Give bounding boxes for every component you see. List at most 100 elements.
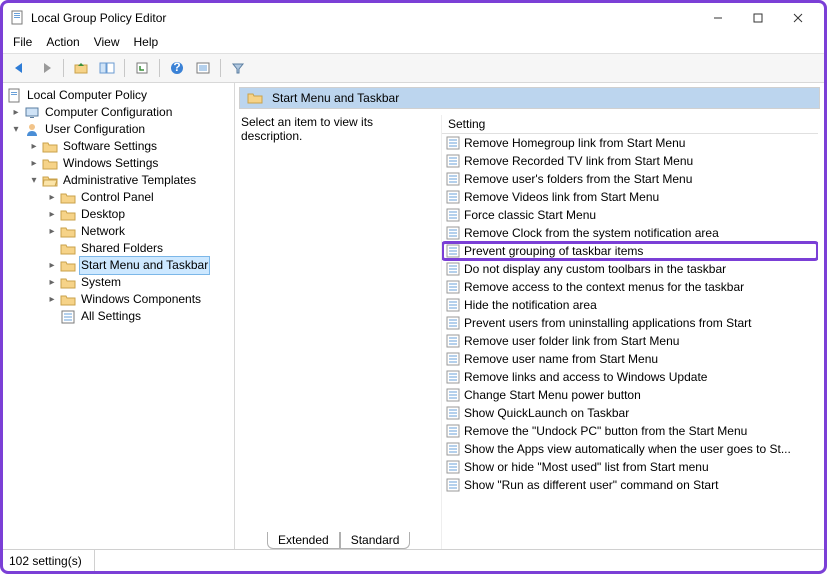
toolbar: ? [3, 54, 824, 83]
content-pane: Start Menu and Taskbar Select an item to… [235, 83, 824, 549]
setting-label: Remove links and access to Windows Updat… [464, 370, 707, 384]
minimize-button[interactable] [698, 4, 738, 32]
setting-item[interactable]: Hide the notification area [442, 296, 818, 314]
expand-icon[interactable]: ▸ [45, 223, 59, 240]
menu-view[interactable]: View [94, 35, 120, 49]
content-header: Start Menu and Taskbar [239, 87, 820, 109]
setting-item[interactable]: Remove Clock from the system notificatio… [442, 224, 818, 242]
setting-label: Prevent users from uninstalling applicat… [464, 316, 751, 330]
column-header-setting[interactable]: Setting [442, 115, 818, 134]
tree-software-settings[interactable]: ▸ Software Settings [5, 138, 232, 155]
setting-label: Remove user name from Start Menu [464, 352, 658, 366]
setting-icon [446, 352, 460, 366]
tab-standard[interactable]: Standard [340, 532, 411, 549]
setting-item[interactable]: Force classic Start Menu [442, 206, 818, 224]
setting-icon [446, 280, 460, 294]
close-button[interactable] [778, 4, 818, 32]
menu-action[interactable]: Action [46, 35, 79, 49]
setting-icon [446, 190, 460, 204]
tree-shared-folders[interactable]: Shared Folders [5, 240, 232, 257]
expand-icon[interactable]: ▸ [45, 189, 59, 206]
folder-icon [60, 190, 76, 206]
setting-icon [446, 406, 460, 420]
setting-label: Remove the "Undock PC" button from the S… [464, 424, 747, 438]
setting-item[interactable]: Remove user's folders from the Start Men… [442, 170, 818, 188]
computer-icon [24, 105, 40, 121]
setting-label: Remove user's folders from the Start Men… [464, 172, 692, 186]
setting-item[interactable]: Remove the "Undock PC" button from the S… [442, 422, 818, 440]
setting-label: Remove Clock from the system notificatio… [464, 226, 719, 240]
setting-label: Prevent grouping of taskbar items [464, 244, 643, 258]
settings-list-wrap: Setting Remove Homegroup link from Start… [441, 115, 818, 549]
tree-control-panel[interactable]: ▸ Control Panel [5, 189, 232, 206]
setting-item[interactable]: Prevent grouping of taskbar items [442, 242, 818, 260]
menu-bar: File Action View Help [3, 33, 824, 54]
refresh-button[interactable] [131, 57, 153, 79]
folder-icon [60, 224, 76, 240]
settings-list-icon [60, 309, 76, 325]
setting-item[interactable]: Remove access to the context menus for t… [442, 278, 818, 296]
folder-icon [60, 207, 76, 223]
setting-item[interactable]: Prevent users from uninstalling applicat… [442, 314, 818, 332]
setting-item[interactable]: Show "Run as different user" command on … [442, 476, 818, 494]
setting-item[interactable]: Remove Recorded TV link from Start Menu [442, 152, 818, 170]
tree-admin-templates[interactable]: ▾ Administrative Templates [5, 172, 232, 189]
tree-root[interactable]: Local Computer Policy [5, 87, 232, 104]
expand-icon[interactable]: ▸ [45, 274, 59, 291]
setting-item[interactable]: Remove user name from Start Menu [442, 350, 818, 368]
properties-button[interactable] [192, 57, 214, 79]
tree-computer-config[interactable]: ▸ Computer Configuration [5, 104, 232, 121]
settings-list[interactable]: Remove Homegroup link from Start Menu Rem… [442, 134, 818, 549]
folder-icon [42, 156, 58, 172]
setting-item[interactable]: Remove Videos link from Start Menu [442, 188, 818, 206]
status-count: 102 setting(s) [9, 550, 95, 571]
help-button[interactable]: ? [166, 57, 188, 79]
collapse-icon[interactable]: ▾ [9, 121, 23, 138]
tree-desktop[interactable]: ▸ Desktop [5, 206, 232, 223]
filter-button[interactable] [227, 57, 249, 79]
setting-label: Show or hide "Most used" list from Start… [464, 460, 709, 474]
expand-icon[interactable]: ▸ [27, 155, 41, 172]
tree-start-menu-taskbar[interactable]: ▸ Start Menu and Taskbar [5, 257, 232, 274]
expand-icon[interactable]: ▸ [45, 206, 59, 223]
menu-file[interactable]: File [13, 35, 32, 49]
setting-item[interactable]: Do not display any custom toolbars in th… [442, 260, 818, 278]
tree-user-config[interactable]: ▾ User Configuration [5, 121, 232, 138]
app-icon [9, 10, 25, 26]
setting-item[interactable]: Show or hide "Most used" list from Start… [442, 458, 818, 476]
back-button[interactable] [9, 57, 31, 79]
forward-button[interactable] [35, 57, 57, 79]
setting-item[interactable]: Remove user folder link from Start Menu [442, 332, 818, 350]
tree-network[interactable]: ▸ Network [5, 223, 232, 240]
description-pane: Select an item to view its description. [241, 115, 441, 549]
tree-system[interactable]: ▸ System [5, 274, 232, 291]
setting-item[interactable]: Remove Homegroup link from Start Menu [442, 134, 818, 152]
setting-label: Show "Run as different user" command on … [464, 478, 718, 492]
folder-icon [42, 139, 58, 155]
setting-icon [446, 226, 460, 240]
setting-label: Remove Recorded TV link from Start Menu [464, 154, 693, 168]
show-hide-tree-button[interactable] [96, 57, 118, 79]
setting-icon [446, 442, 460, 456]
tree-windows-settings[interactable]: ▸ Windows Settings [5, 155, 232, 172]
folder-open-icon [42, 173, 58, 189]
title-bar: Local Group Policy Editor [3, 3, 824, 33]
navigation-tree[interactable]: Local Computer Policy ▸ Computer Configu… [3, 83, 235, 549]
setting-icon [446, 478, 460, 492]
setting-item[interactable]: Show the Apps view automatically when th… [442, 440, 818, 458]
collapse-icon[interactable]: ▾ [27, 172, 41, 189]
expand-icon[interactable]: ▸ [45, 257, 59, 274]
setting-item[interactable]: Remove links and access to Windows Updat… [442, 368, 818, 386]
setting-item[interactable]: Show QuickLaunch on Taskbar [442, 404, 818, 422]
maximize-button[interactable] [738, 4, 778, 32]
setting-label: Remove user folder link from Start Menu [464, 334, 679, 348]
expand-icon[interactable]: ▸ [27, 138, 41, 155]
tab-extended[interactable]: Extended [267, 532, 340, 549]
expand-icon[interactable]: ▸ [45, 291, 59, 308]
up-folder-button[interactable] [70, 57, 92, 79]
tree-all-settings[interactable]: All Settings [5, 308, 232, 325]
tree-windows-components[interactable]: ▸ Windows Components [5, 291, 232, 308]
setting-item[interactable]: Change Start Menu power button [442, 386, 818, 404]
menu-help[interactable]: Help [134, 35, 159, 49]
expand-icon[interactable]: ▸ [9, 104, 23, 121]
